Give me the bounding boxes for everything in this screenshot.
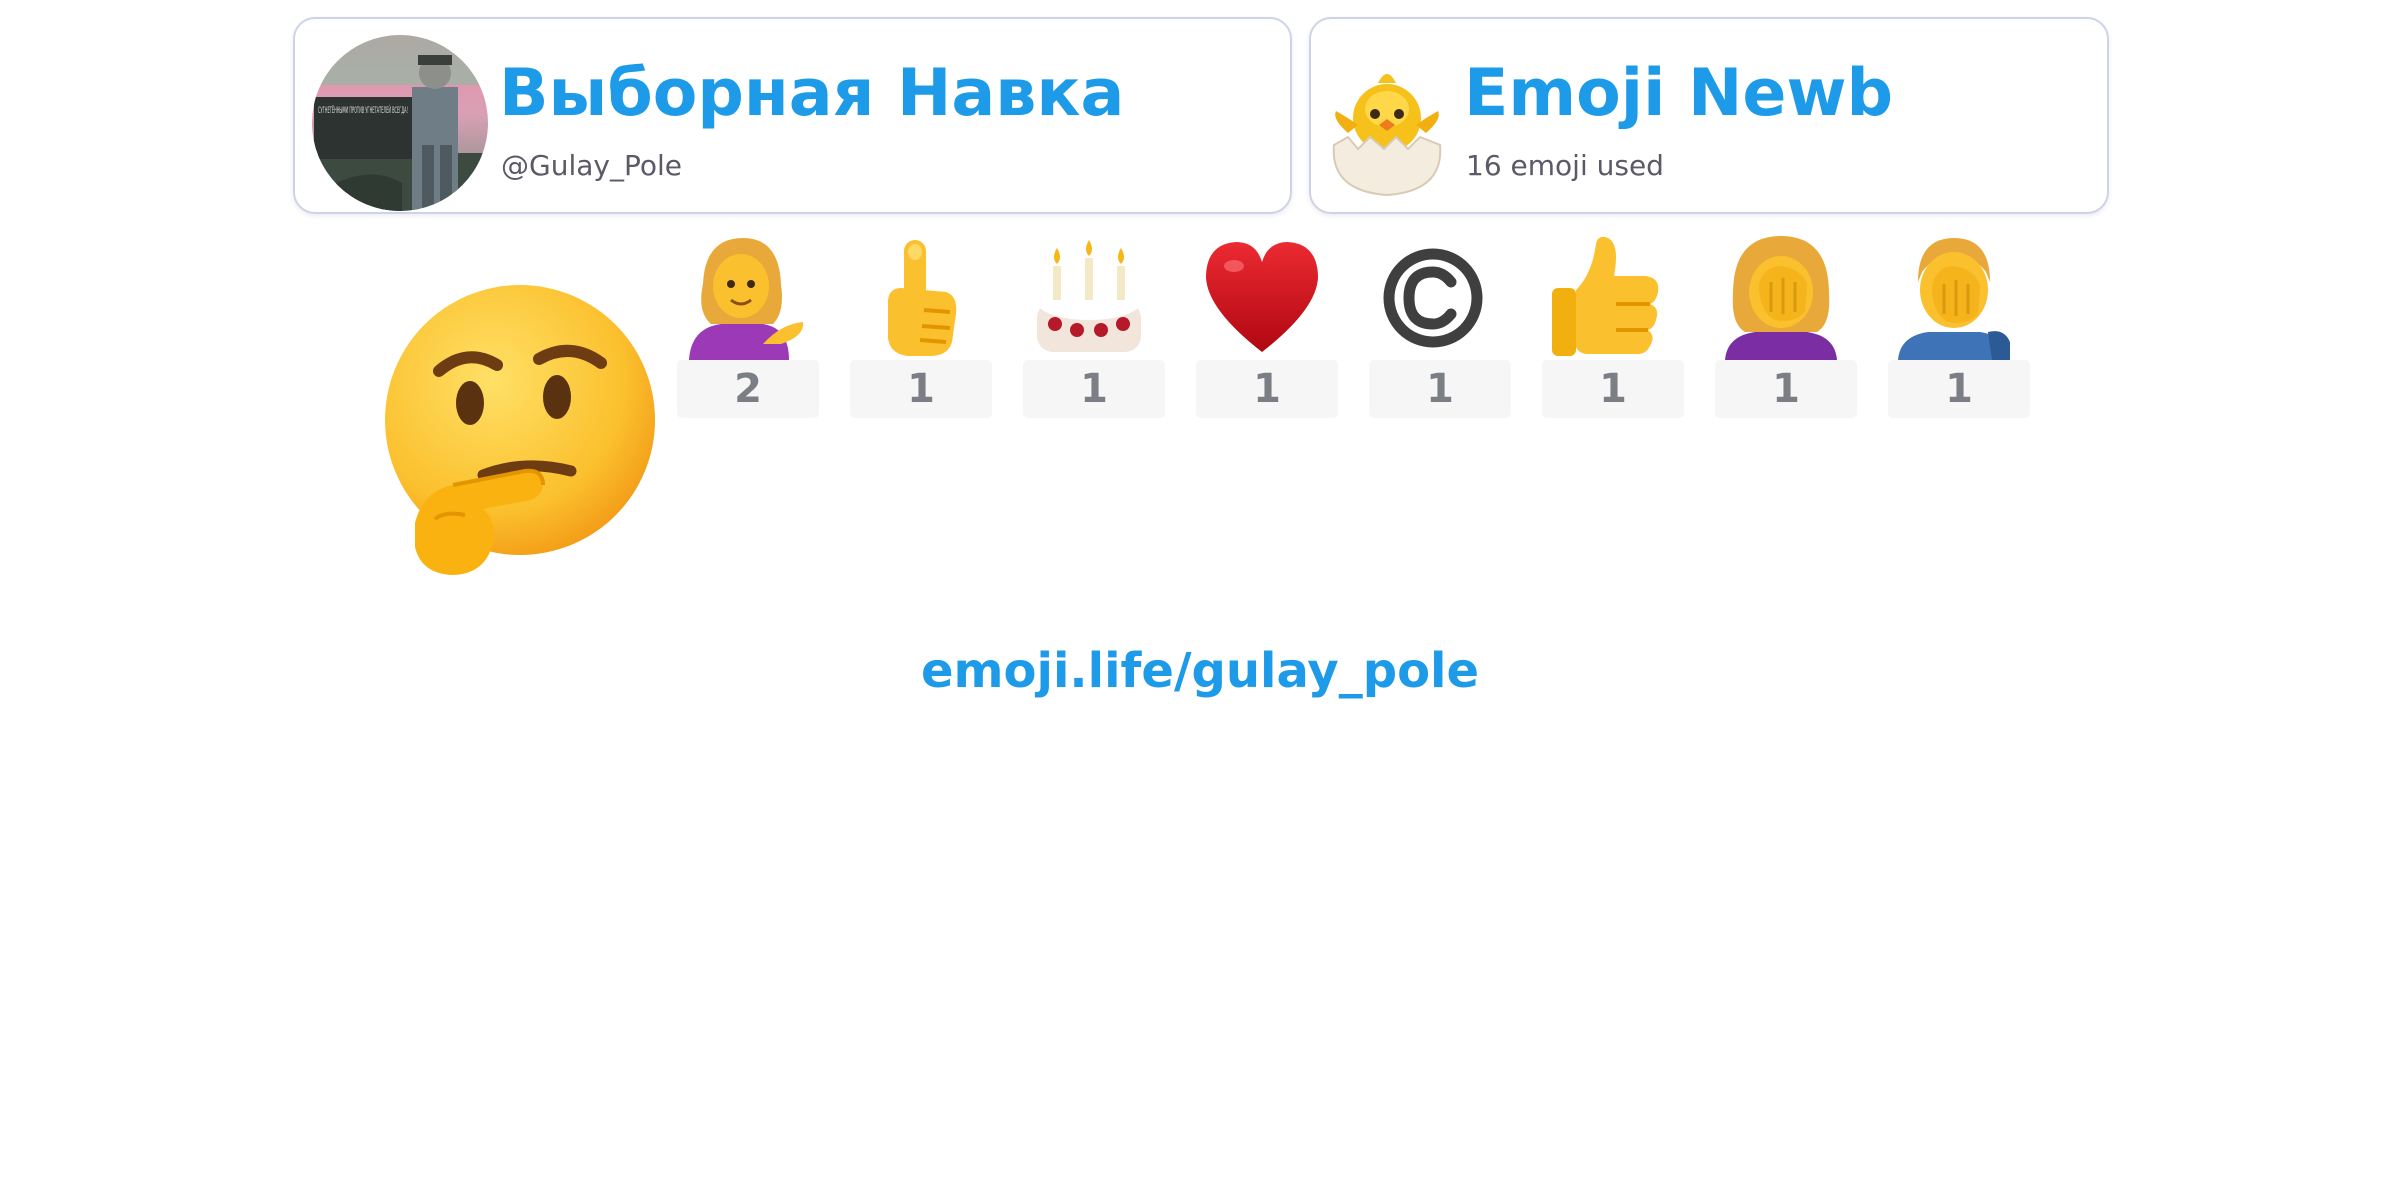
emoji-tally-copyright[interactable]: 1 xyxy=(1369,232,1511,418)
avatar-caption: СУГНЕТЁННЫМИ ПРОТИВ УГНЕТАТЕЛЕЙ ВСЕГДА! xyxy=(318,104,408,116)
emoji-tally-woman-facepalming[interactable]: 1 xyxy=(1715,232,1857,418)
emoji-count: 1 xyxy=(1715,360,1857,418)
emoji-count: 1 xyxy=(850,360,992,418)
profile-card: СУГНЕТЁННЫМИ ПРОТИВ УГНЕТАТЕЛЕЙ ВСЕГДА! … xyxy=(293,17,1292,214)
user-avatar[interactable]: СУГНЕТЁННЫМИ ПРОТИВ УГНЕТАТЕЛЕЙ ВСЕГДА! xyxy=(312,35,488,211)
thinking-face-icon xyxy=(375,285,665,575)
emoji-count: 1 xyxy=(1542,360,1684,418)
birthday-cake-icon xyxy=(1027,232,1151,360)
emoji-tally-woman-tipping-hand[interactable]: 2 xyxy=(677,232,819,418)
man-facepalming-icon xyxy=(1892,232,2016,360)
emoji-tally-red-heart[interactable]: 1 xyxy=(1196,232,1338,418)
emoji-count: 1 xyxy=(1888,360,2030,418)
emoji-tally-thumbs-up[interactable]: 1 xyxy=(1542,232,1684,418)
emoji-count: 1 xyxy=(1023,360,1165,418)
emoji-count: 1 xyxy=(1369,360,1511,418)
thumbs-up-icon xyxy=(1546,232,1670,360)
emoji-tally-man-facepalming[interactable]: 1 xyxy=(1888,232,2030,418)
emoji-tally-pointing-up[interactable]: 1 xyxy=(850,232,992,418)
user-avatar-photo: СУГНЕТЁННЫМИ ПРОТИВ УГНЕТАТЕЛЕЙ ВСЕГДА! xyxy=(312,35,488,211)
profile-display-name[interactable]: Выборная Навка xyxy=(499,55,1124,133)
emoji-tally-birthday-cake[interactable]: 1 xyxy=(1023,232,1165,418)
rank-card: Emoji Newb 16 emoji used xyxy=(1309,17,2109,214)
red-heart-icon xyxy=(1200,232,1324,360)
profile-link[interactable]: emoji.life/gulay_pole xyxy=(0,643,2400,701)
emoji-count: 1 xyxy=(1196,360,1338,418)
profile-handle[interactable]: @Gulay_Pole xyxy=(501,149,682,183)
copyright-icon xyxy=(1373,232,1497,360)
rank-title: Emoji Newb xyxy=(1464,56,1894,131)
woman-facepalming-icon xyxy=(1719,232,1843,360)
hatching-chick-icon xyxy=(1326,53,1448,197)
pointing-up-icon xyxy=(854,232,978,360)
woman-tipping-hand-icon xyxy=(681,232,805,360)
rank-subtitle: 16 emoji used xyxy=(1466,149,1664,182)
emoji-count: 2 xyxy=(677,360,819,418)
